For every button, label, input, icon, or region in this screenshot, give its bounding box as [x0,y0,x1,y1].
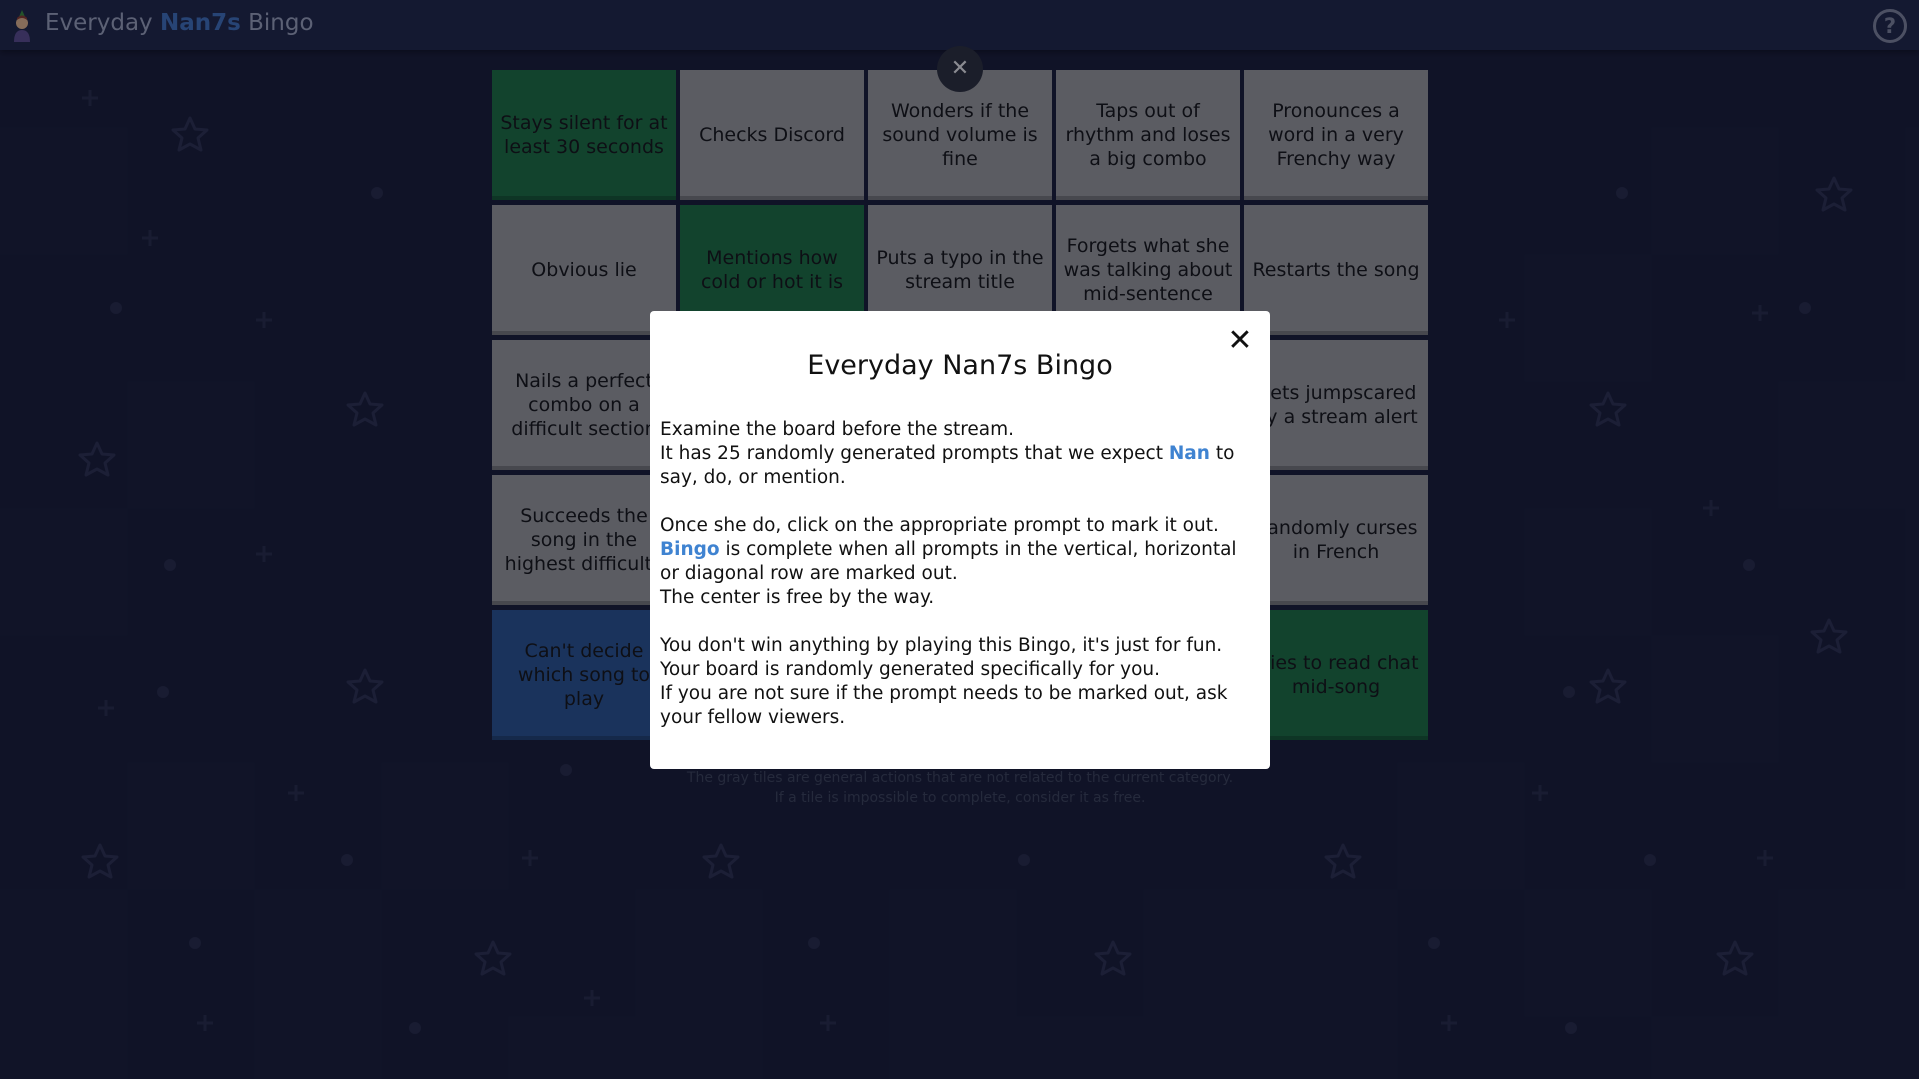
dialog-text: is complete when all prompts in the vert… [660,539,1237,584]
close-dialog-button[interactable]: ✕ [1224,325,1256,357]
dialog-title: Everyday Nan7s Bingo [807,350,1113,381]
dialog-text: It has 25 randomly generated prompts tha… [660,443,1169,464]
bingo-keyword: Bingo [660,539,720,560]
dialog-text: You don't win anything by playing this B… [660,635,1223,656]
dialog-text: The center is free by the way. [660,587,935,608]
dialog-paragraph: Once she do, click on the appropriate pr… [660,514,1260,610]
dialog-text: If you are not sure if the prompt needs … [660,683,1228,728]
dialog-text: Once she do, click on the appropriate pr… [660,515,1219,536]
dialog-text: Your board is randomly generated specifi… [660,659,1161,680]
instructions-dialog: ✕ Everyday Nan7s Bingo Examine the board… [650,311,1270,769]
dialog-paragraph: You don't win anything by playing this B… [660,634,1260,730]
dialog-text: Examine the board before the stream. [660,419,1015,440]
streamer-name: Nan [1168,443,1210,464]
dialog-body: Examine the board before the stream. It … [660,418,1260,730]
dialog-paragraph: Examine the board before the stream. It … [660,418,1260,490]
